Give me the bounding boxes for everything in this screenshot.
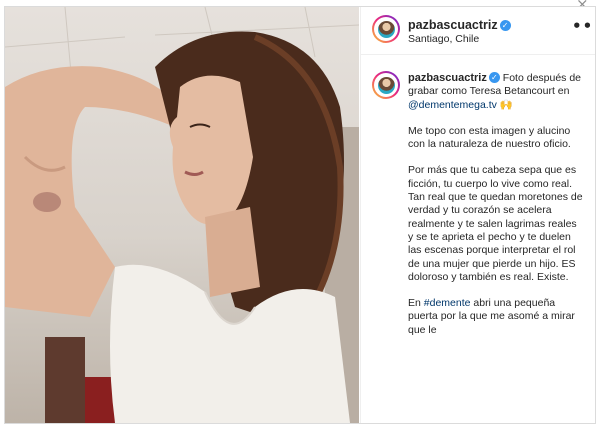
username-link[interactable]: pazbascuactriz	[408, 18, 498, 32]
caption-p4-prefix: En	[408, 297, 424, 310]
location-link[interactable]: Santiago, Chile	[408, 33, 479, 45]
post-header: pazbascuactriz✓ Santiago, Chile •••	[361, 7, 595, 55]
verified-icon: ✓	[488, 72, 500, 83]
more-options-icon[interactable]: •••	[572, 19, 595, 34]
mention-link[interactable]: @dementemega.tv	[408, 99, 497, 111]
caption-paragraph-3: Por más que tu cabeza sepa que es ficció…	[408, 164, 583, 283]
post-photo-illustration	[5, 7, 359, 423]
post-photo[interactable]	[5, 7, 359, 423]
post-sidebar: pazbascuactriz✓ Santiago, Chile ••• pazb…	[360, 7, 595, 423]
caption-avatar[interactable]	[372, 71, 400, 99]
hashtag-link[interactable]: #demente	[424, 297, 471, 309]
verified-icon: ✓	[499, 20, 511, 31]
instagram-post: pazbascuactriz✓ Santiago, Chile ••• pazb…	[4, 6, 596, 424]
header-username[interactable]: pazbascuactriz ✓	[408, 16, 511, 34]
caption-paragraph-2: Me topo con esta imagen y alucino con la…	[408, 124, 571, 151]
avatar[interactable]	[372, 15, 400, 43]
post-caption: pazbascuactriz ✓ Foto después de grabar c…	[408, 72, 584, 350]
caption-emoji: 🙌	[499, 98, 513, 111]
caption-username[interactable]: pazbascuactriz	[408, 72, 487, 84]
